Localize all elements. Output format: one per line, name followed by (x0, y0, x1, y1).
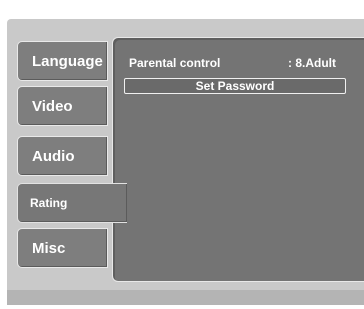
tab-video[interactable]: Video (17, 86, 108, 126)
rating-settings-panel: Parental control : 8.Adult Set Password (112, 37, 364, 282)
parental-control-row[interactable]: Parental control : 8.Adult (129, 56, 355, 72)
tab-video-label: Video (32, 97, 73, 115)
dvd-setup-screen: Language Video Audio Rating Misc Parenta… (0, 0, 364, 309)
parental-control-label: Parental control (129, 56, 221, 70)
tab-language[interactable]: Language (17, 41, 108, 81)
set-password-button[interactable]: Set Password (124, 78, 346, 94)
parental-control-value: : 8.Adult (288, 56, 336, 70)
tab-audio-label: Audio (32, 147, 75, 165)
tab-rating-label: Rating (30, 196, 68, 210)
tab-misc[interactable]: Misc (17, 228, 108, 268)
tab-rating[interactable]: Rating (17, 183, 127, 223)
tab-misc-label: Misc (32, 239, 66, 257)
tab-language-label: Language (32, 52, 103, 70)
setup-frame-bottom (7, 290, 364, 305)
tab-audio[interactable]: Audio (17, 136, 108, 176)
